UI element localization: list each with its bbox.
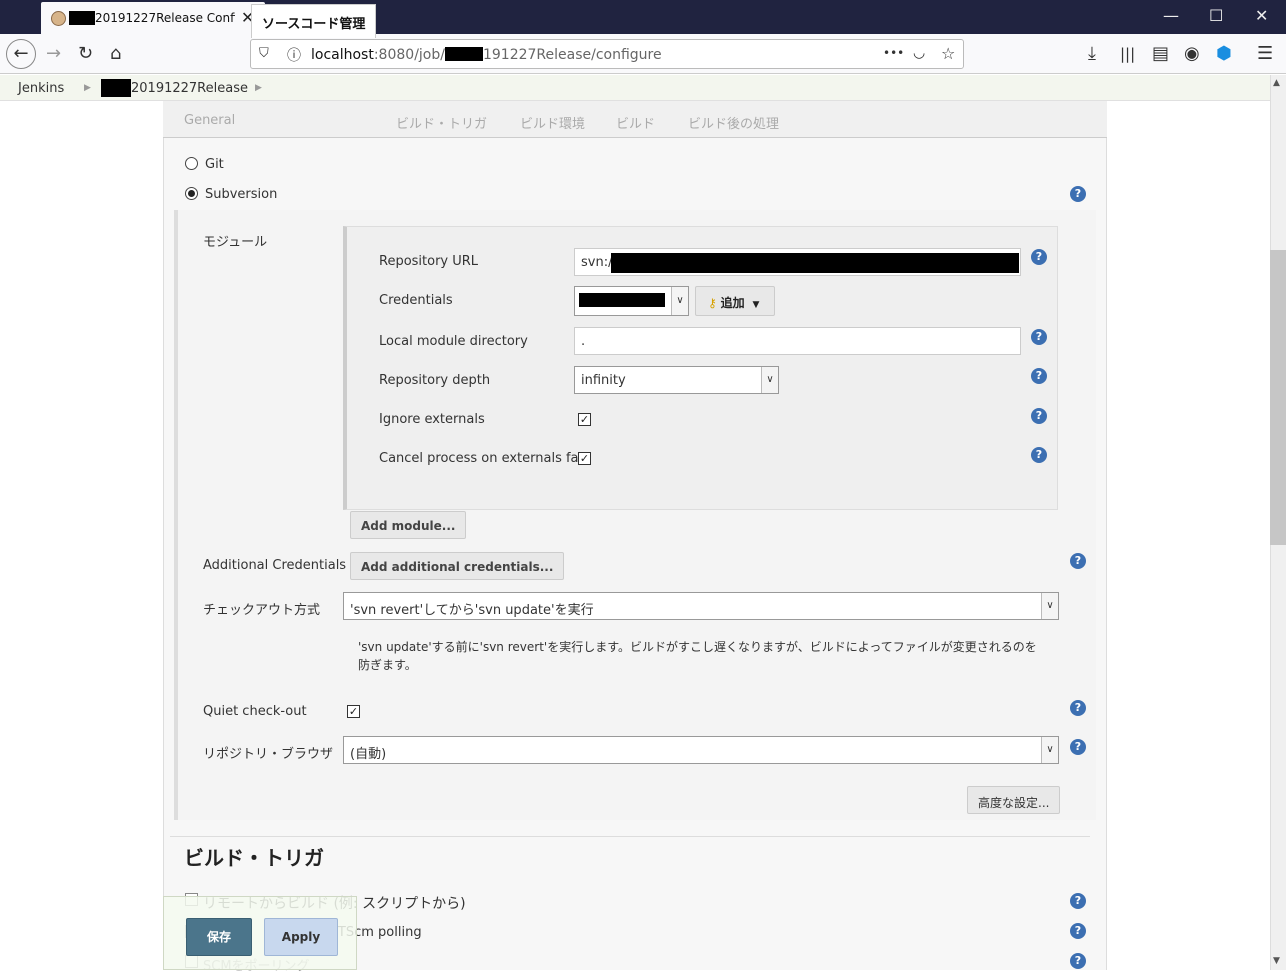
repository-browser-select[interactable]: (自動) ∨ xyxy=(343,736,1059,764)
repository-browser-label: リポジトリ・ブラウザ xyxy=(203,747,334,762)
redacted-text xyxy=(101,79,131,97)
config-tabs: General ビルド・トリガ ビルド環境 ビルド ビルド後の処理 xyxy=(163,101,1107,138)
scroll-up-icon[interactable]: ▲ xyxy=(1273,78,1280,88)
repository-depth-select[interactable]: infinity ∨ xyxy=(574,366,779,394)
account-icon[interactable]: ◉ xyxy=(1184,43,1200,64)
page-actions-icon[interactable]: ••• xyxy=(883,46,904,60)
checkout-description: 'svn update'する前に'svn revert'を実行します。ビルドがす… xyxy=(358,640,1037,654)
help-icon[interactable]: ? xyxy=(1031,368,1047,384)
breadcrumb: Jenkins ▶ 20191227Release ▶ xyxy=(0,75,1270,101)
menu-icon[interactable]: ☰ xyxy=(1257,43,1273,64)
help-icon[interactable]: ? xyxy=(1031,447,1047,463)
pocket-icon[interactable]: ◡ xyxy=(913,45,925,61)
close-window-icon[interactable]: ✕ xyxy=(1255,6,1268,25)
quiet-checkout-checkbox[interactable]: ✓ xyxy=(347,705,360,718)
help-icon[interactable]: ? xyxy=(1031,408,1047,424)
help-icon[interactable]: ? xyxy=(1070,739,1086,755)
dropdown-icon: ▼ xyxy=(752,300,760,310)
breadcrumb-job[interactable]: 20191227Release xyxy=(131,81,248,96)
save-button[interactable]: 保存 xyxy=(186,918,252,956)
git-radio[interactable] xyxy=(185,157,198,170)
chevron-down-icon: ∨ xyxy=(671,287,688,315)
download-icon[interactable]: ⤓ xyxy=(1088,43,1096,64)
add-credentials-button[interactable]: ⚷ 追加 ▼ xyxy=(695,286,775,316)
cancel-externals-checkbox[interactable]: ✓ xyxy=(578,452,591,465)
breadcrumb-jenkins[interactable]: Jenkins xyxy=(18,81,64,96)
chevron-down-icon: ∨ xyxy=(1041,737,1058,763)
ignore-externals-checkbox[interactable]: ✓ xyxy=(578,413,591,426)
browser-tab[interactable]: 20191227Release Config [Je ✕ xyxy=(41,2,265,34)
help-icon[interactable]: ? xyxy=(1031,329,1047,345)
tab-build-environment[interactable]: ビルド環境 xyxy=(520,113,585,132)
save-bar: 保存 Apply xyxy=(163,896,357,970)
help-icon[interactable]: ? xyxy=(1070,923,1086,939)
forward-icon[interactable]: → xyxy=(46,43,61,64)
tab-general[interactable]: General xyxy=(184,113,235,128)
additional-credentials-label: Additional Credentials xyxy=(203,558,347,573)
reload-icon[interactable]: ↻ xyxy=(78,43,93,64)
maximize-icon[interactable]: ☐ xyxy=(1209,6,1223,25)
url-bar[interactable]: ⛉ ⓘ localhost:8080/job/191227Release/con… xyxy=(250,39,964,69)
scrollbar-thumb[interactable] xyxy=(1270,250,1286,545)
subversion-label: Subversion xyxy=(205,187,278,202)
cancel-externals-label: Cancel process on externals fail xyxy=(379,451,586,466)
url-text: localhost:8080/job/191227Release/configu… xyxy=(311,47,662,63)
git-label: Git xyxy=(205,157,224,172)
chevron-right-icon: ▶ xyxy=(255,83,262,93)
help-icon[interactable]: ? xyxy=(1070,953,1086,969)
tab-title: 20191227Release Config [Je xyxy=(95,11,235,25)
extension-icon[interactable]: ⬢ xyxy=(1216,43,1232,64)
local-module-directory-label: Local module directory xyxy=(379,334,528,349)
help-icon[interactable]: ? xyxy=(1070,893,1086,909)
help-icon[interactable]: ? xyxy=(1031,249,1047,265)
help-icon[interactable]: ? xyxy=(1070,186,1086,202)
checkout-description-cont: 防ぎます。 xyxy=(358,658,417,672)
quiet-checkout-label: Quiet check-out xyxy=(203,704,307,719)
redacted-text xyxy=(579,293,665,307)
help-icon[interactable]: ? xyxy=(1070,700,1086,716)
sidebar-icon[interactable]: ▤ xyxy=(1152,43,1169,64)
add-additional-credentials-button[interactable]: Add additional credentials... xyxy=(350,552,565,580)
chevron-down-icon: ∨ xyxy=(761,367,778,393)
checkout-strategy-label: チェックアウト方式 xyxy=(203,603,321,618)
browser-titlebar: 20191227Release Config [Je ✕ + — ☐ ✕ xyxy=(0,0,1286,34)
tab-build[interactable]: ビルド xyxy=(616,113,655,132)
credentials-label: Credentials xyxy=(379,293,453,308)
repository-url-label: Repository URL xyxy=(379,254,479,269)
credentials-select[interactable]: ∨ xyxy=(574,286,689,316)
module-label: モジュール xyxy=(203,235,268,250)
chevron-down-icon: ∨ xyxy=(1041,593,1058,619)
info-icon[interactable]: ⓘ xyxy=(287,45,301,65)
tab-build-triggers[interactable]: ビルド・トリガ xyxy=(396,113,487,132)
apply-button[interactable]: Apply xyxy=(264,918,338,956)
advanced-button[interactable]: 高度な設定... xyxy=(967,786,1061,814)
build-triggers-title: ビルド・トリガ xyxy=(184,846,324,870)
bookmark-star-icon[interactable]: ☆ xyxy=(941,44,955,63)
chevron-right-icon: ▶ xyxy=(84,83,91,93)
add-module-button[interactable]: Add module... xyxy=(350,511,467,539)
tab-post-build[interactable]: ビルド後の処理 xyxy=(688,113,779,132)
local-module-directory-input[interactable]: . xyxy=(574,327,1021,355)
back-icon[interactable]: ← xyxy=(6,39,36,69)
scroll-down-icon[interactable]: ▼ xyxy=(1273,956,1280,966)
key-icon: ⚷ xyxy=(708,296,717,310)
ignore-externals-label: Ignore externals xyxy=(379,412,485,427)
tab-source-code-management[interactable]: ソースコード管理 xyxy=(251,4,377,38)
redacted-text xyxy=(611,253,1019,273)
checkout-strategy-select[interactable]: 'svn revert'してから'svn update'を実行 ∨ xyxy=(343,592,1059,620)
browser-navbar: ← → ↻ ⌂ ⛉ ⓘ localhost:8080/job/191227Rel… xyxy=(0,34,1286,74)
jenkins-favicon-icon xyxy=(51,11,66,26)
library-icon[interactable]: ||| xyxy=(1120,45,1135,63)
repository-depth-label: Repository depth xyxy=(379,373,491,388)
subversion-radio[interactable] xyxy=(185,187,198,200)
repository-url-input[interactable]: svn:// xyxy=(574,248,1021,276)
redacted-text xyxy=(69,11,95,25)
help-icon[interactable]: ? xyxy=(1070,553,1086,569)
minimize-icon[interactable]: — xyxy=(1163,6,1179,25)
shield-icon[interactable]: ⛉ xyxy=(259,46,269,61)
home-icon[interactable]: ⌂ xyxy=(110,43,121,64)
section-divider xyxy=(170,836,1090,837)
